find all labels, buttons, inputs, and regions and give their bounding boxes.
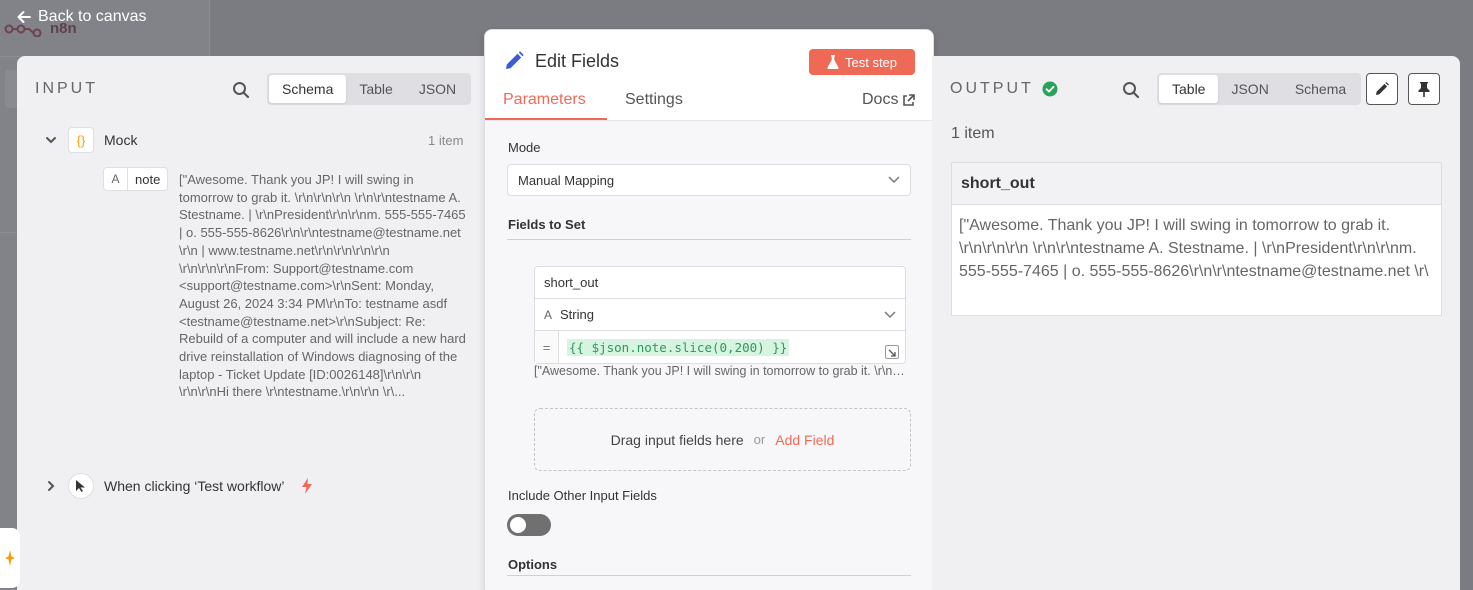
- pin-output-button[interactable]: [1408, 73, 1440, 105]
- output-panel: [932, 56, 1460, 590]
- schema-field-note[interactable]: A note: [103, 167, 169, 191]
- active-tab-indicator: [485, 118, 607, 120]
- string-type-icon: A: [104, 168, 128, 190]
- node-name-mock: Mock: [104, 132, 138, 148]
- field-assignment: short_out A String = {{ $json.note.slice…: [534, 266, 906, 364]
- expression-code: {{ $json.note.slice(0,200) }}: [567, 338, 790, 356]
- assistant-side-tab[interactable]: [0, 528, 20, 588]
- external-link-icon: [903, 93, 916, 106]
- fields-to-set-label: Fields to Set: [508, 217, 586, 232]
- input-tab-table[interactable]: Table: [346, 75, 405, 103]
- chevron-down-icon[interactable]: [44, 133, 58, 147]
- assignment-expression-input[interactable]: = {{ $json.note.slice(0,200) }}: [535, 331, 905, 363]
- options-label: Options: [508, 557, 558, 572]
- pencil-icon: [1376, 82, 1389, 95]
- mode-select-value: Manual Mapping: [518, 172, 615, 188]
- add-field-button[interactable]: Add Field: [775, 432, 834, 448]
- schema-node-trigger[interactable]: When clicking ‘Test workflow’: [44, 473, 313, 499]
- input-view-switcher: Schema Table JSON: [267, 73, 472, 105]
- assignment-type-select[interactable]: A String: [535, 299, 905, 331]
- output-item-count: 1 item: [951, 125, 995, 142]
- mock-item-count: 1 item: [428, 133, 464, 148]
- expand-editor-icon[interactable]: [885, 345, 899, 359]
- output-panel-title: OUTPUT: [950, 80, 1034, 97]
- chevron-down-icon: [888, 176, 900, 184]
- node-name-trigger: When clicking ‘Test workflow’: [104, 478, 285, 494]
- expression-result-preview: ["Awesome. Thank you JP! I will swing in…: [534, 364, 908, 378]
- chevron-down-icon: [884, 310, 896, 318]
- pin-icon: [1418, 82, 1430, 97]
- lightning-bolt-icon: [301, 478, 312, 494]
- back-to-canvas-label: Back to canvas: [38, 8, 147, 25]
- schema-node-mock[interactable]: {} Mock: [44, 127, 137, 153]
- divider: [507, 239, 911, 240]
- input-tab-json[interactable]: JSON: [406, 75, 469, 103]
- docs-label: Docs: [862, 91, 899, 108]
- output-column-header: short_out: [952, 163, 1441, 205]
- edit-output-button[interactable]: [1366, 73, 1398, 105]
- edit-fields-panel: Edit Fields Test step Parameters Setting…: [484, 29, 934, 590]
- flask-icon: [827, 55, 839, 69]
- include-other-fields-toggle[interactable]: [507, 514, 551, 536]
- drop-zone[interactable]: Drag input fields here or Add Field: [534, 408, 911, 471]
- string-type-icon: A: [544, 307, 553, 322]
- assignment-name-input[interactable]: short_out: [535, 267, 905, 299]
- cursor-icon: [68, 473, 94, 499]
- drop-zone-text: Drag input fields here: [610, 431, 744, 448]
- input-tab-schema[interactable]: Schema: [269, 75, 347, 103]
- include-other-fields-label: Include Other Input Fields: [508, 488, 657, 503]
- node-title-text: Edit Fields: [535, 50, 620, 71]
- output-tab-json[interactable]: JSON: [1218, 75, 1281, 103]
- pencil-icon: [506, 51, 524, 69]
- output-tab-schema[interactable]: Schema: [1282, 75, 1359, 103]
- node-title: Edit Fields: [503, 50, 619, 72]
- test-step-label: Test step: [844, 54, 898, 70]
- arrow-left-icon: [17, 11, 31, 23]
- mode-label: Mode: [508, 140, 541, 155]
- toggle-knob: [510, 517, 526, 533]
- output-view-switcher: Table JSON Schema: [1157, 73, 1362, 105]
- success-check-icon: [1042, 81, 1058, 97]
- tab-parameters[interactable]: Parameters: [503, 91, 586, 109]
- mode-select[interactable]: Manual Mapping: [507, 164, 911, 196]
- search-icon[interactable]: [232, 81, 250, 99]
- chevron-right-icon[interactable]: [44, 479, 58, 493]
- schema-field-name: note: [135, 171, 161, 187]
- drop-zone-or: or: [753, 432, 766, 447]
- search-icon[interactable]: [1122, 81, 1140, 99]
- output-tab-table[interactable]: Table: [1159, 75, 1219, 103]
- output-header: OUTPUT: [950, 80, 1058, 98]
- sparkle-icon: [5, 550, 15, 566]
- tab-settings[interactable]: Settings: [625, 91, 683, 109]
- divider: [485, 120, 933, 121]
- docs-link[interactable]: Docs: [862, 91, 916, 109]
- back-to-canvas-link[interactable]: Back to canvas: [16, 6, 147, 28]
- output-table: short_out ["Awesome. Thank you JP! I wil…: [951, 162, 1442, 316]
- schema-field-value: ["Awesome. Thank you JP! I will swing in…: [179, 172, 466, 400]
- assignment-type-value: String: [560, 307, 594, 322]
- input-panel-title: INPUT: [35, 80, 98, 97]
- divider: [507, 575, 911, 576]
- output-cell-value: ["Awesome. Thank you JP! I will swing in…: [959, 217, 1429, 280]
- object-type-icon: {}: [68, 127, 94, 153]
- test-step-button[interactable]: Test step: [809, 49, 915, 75]
- expression-equals-icon: =: [535, 331, 559, 363]
